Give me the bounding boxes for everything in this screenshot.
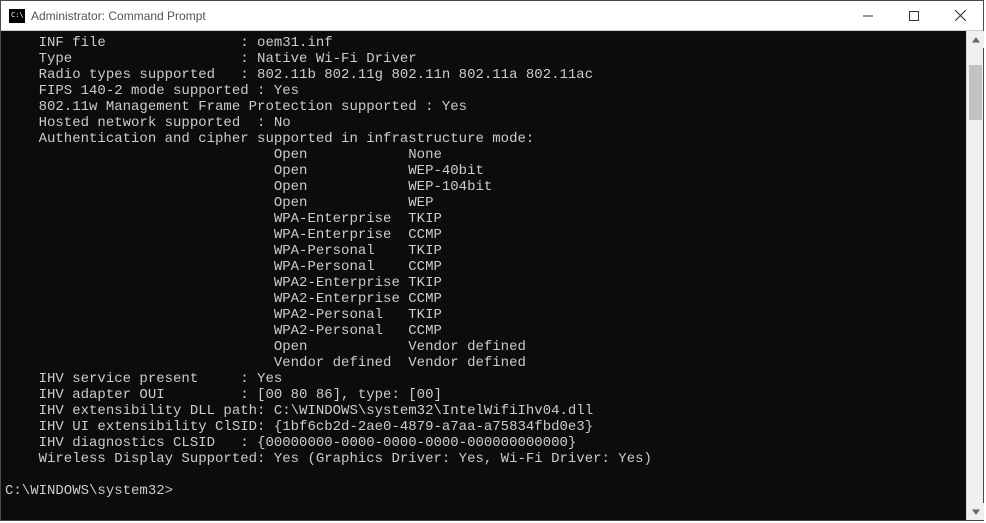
scroll-up-button[interactable]: [967, 31, 984, 48]
titlebar[interactable]: Administrator: Command Prompt: [1, 1, 983, 31]
terminal-output[interactable]: INF file : oem31.inf Type : Native Wi-Fi…: [1, 31, 966, 520]
scroll-down-button[interactable]: [967, 503, 984, 520]
scroll-thumb[interactable]: [969, 65, 982, 120]
cmd-icon: [9, 9, 25, 23]
close-button[interactable]: [937, 1, 983, 31]
maximize-button[interactable]: [891, 1, 937, 31]
vertical-scrollbar[interactable]: [966, 31, 983, 520]
minimize-button[interactable]: [845, 1, 891, 31]
client-area: INF file : oem31.inf Type : Native Wi-Fi…: [1, 31, 983, 520]
window-frame: Administrator: Command Prompt INF file :…: [0, 0, 984, 521]
window-title: Administrator: Command Prompt: [31, 9, 206, 23]
